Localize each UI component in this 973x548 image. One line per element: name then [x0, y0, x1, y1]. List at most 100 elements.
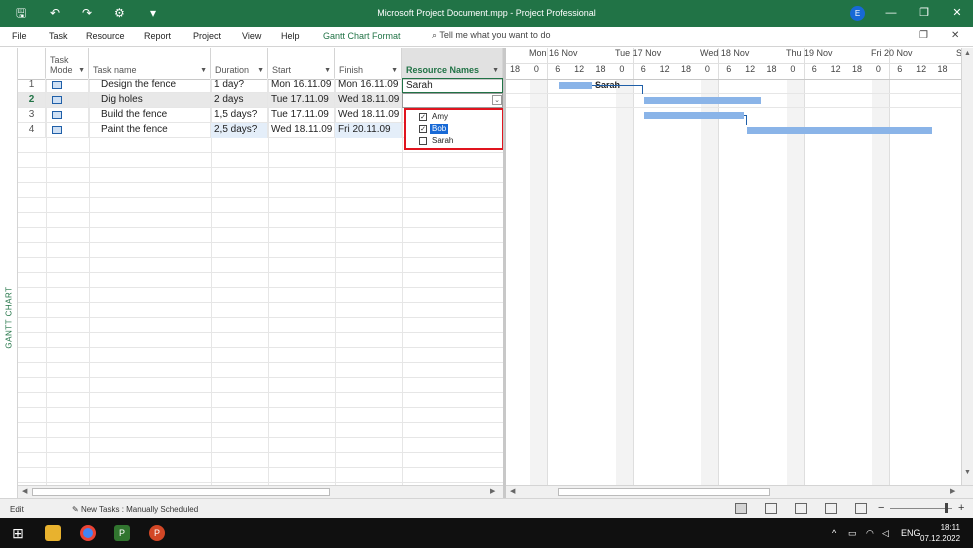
empty-row[interactable]: [18, 423, 503, 438]
empty-row[interactable]: [18, 273, 503, 288]
scroll-thumb[interactable]: [558, 488, 770, 496]
tab-file[interactable]: File: [12, 31, 27, 41]
empty-row[interactable]: [18, 228, 503, 243]
battery-icon[interactable]: ▭: [848, 528, 857, 539]
start-cell[interactable]: Tue 17.11.09: [268, 108, 335, 123]
vertical-scrollbar[interactable]: ▲ ▼: [961, 48, 973, 485]
duration-cell[interactable]: 1 day?: [211, 78, 268, 93]
language-indicator[interactable]: ENG: [901, 528, 921, 538]
empty-row[interactable]: [18, 363, 503, 378]
tab-project[interactable]: Project: [193, 31, 221, 41]
chevron-down-icon[interactable]: ▼: [200, 67, 207, 74]
empty-row[interactable]: [18, 213, 503, 228]
empty-row[interactable]: [18, 318, 503, 333]
finish-cell[interactable]: Wed 18.11.09: [335, 108, 402, 123]
empty-row[interactable]: [18, 288, 503, 303]
new-tasks-mode[interactable]: ✎ New Tasks : Manually Scheduled: [72, 505, 198, 514]
row-id[interactable]: 1: [18, 78, 46, 93]
header-duration[interactable]: Duration ▼: [211, 48, 268, 80]
ribbon-close-icon[interactable]: ✕: [951, 30, 959, 41]
table-row[interactable]: 1 Design the fence 1 day? Mon 16.11.09 M…: [18, 78, 503, 93]
resource-names-editor[interactable]: [402, 93, 503, 108]
team-planner-icon[interactable]: [795, 503, 807, 514]
chrome-icon[interactable]: [80, 525, 96, 541]
table-horizontal-scrollbar[interactable]: ◀ ▶: [18, 485, 503, 498]
zoom-slider[interactable]: [890, 508, 952, 509]
empty-row[interactable]: [18, 153, 503, 168]
resource-names-cell[interactable]: Sarah: [402, 78, 503, 93]
header-resource-names[interactable]: Resource Names ▼: [402, 48, 503, 80]
gantt-bar-design-the-fence[interactable]: [559, 82, 592, 89]
tab-view[interactable]: View: [242, 31, 261, 41]
zoom-slider-thumb[interactable]: [945, 503, 948, 513]
task-usage-icon[interactable]: [765, 503, 777, 514]
finish-cell[interactable]: Fri 20.11.09: [335, 123, 402, 138]
empty-row[interactable]: [18, 258, 503, 273]
gantt-bar-build-the-fence[interactable]: [644, 112, 744, 119]
table-row[interactable]: 2 Dig holes 2 days Tue 17.11.09 Wed 18.1…: [18, 93, 503, 108]
checkbox-checked-icon[interactable]: ✓: [419, 113, 427, 121]
volume-icon[interactable]: ◁: [882, 528, 889, 539]
scroll-left-icon[interactable]: ◀: [22, 487, 27, 495]
header-task-name[interactable]: Task name ▼: [89, 48, 211, 80]
restore-button[interactable]: ❐: [914, 6, 934, 20]
duration-cell[interactable]: 1,5 days?: [211, 108, 268, 123]
empty-row[interactable]: [18, 168, 503, 183]
tell-me-search[interactable]: ⌕ Tell me what you want to do: [432, 30, 550, 41]
empty-row[interactable]: [18, 183, 503, 198]
empty-row[interactable]: [18, 408, 503, 423]
task-name-cell[interactable]: Paint the fence: [89, 123, 211, 138]
empty-row[interactable]: [18, 453, 503, 468]
chevron-down-icon[interactable]: ⌄: [492, 95, 502, 105]
task-mode-cell[interactable]: [46, 93, 89, 108]
clock[interactable]: 18:11 07.12.2022: [920, 522, 960, 544]
empty-row[interactable]: [18, 438, 503, 453]
header-start[interactable]: Start ▼: [268, 48, 335, 80]
wifi-icon[interactable]: ◠: [866, 528, 874, 539]
windows-start-icon[interactable]: ⊞: [10, 525, 26, 541]
tray-chevron-icon[interactable]: ^: [832, 528, 836, 538]
empty-row[interactable]: [18, 243, 503, 258]
chevron-down-icon[interactable]: ▼: [324, 67, 331, 74]
zoom-out-icon[interactable]: −: [878, 502, 884, 514]
gantt-view-icon[interactable]: [735, 503, 747, 514]
finish-cell[interactable]: Wed 18.11.09: [335, 93, 402, 108]
chart-horizontal-scrollbar[interactable]: ◀ ▶: [506, 485, 973, 498]
empty-row[interactable]: [18, 348, 503, 363]
duration-cell[interactable]: 2 days: [211, 93, 268, 108]
project-icon[interactable]: P: [114, 525, 130, 541]
start-cell[interactable]: Wed 18.11.09: [268, 123, 335, 138]
close-button[interactable]: ✕: [947, 6, 967, 20]
finish-cell[interactable]: Mon 16.11.09: [335, 78, 402, 93]
duration-cell[interactable]: 2,5 days?: [211, 123, 268, 138]
scroll-right-icon[interactable]: ▶: [490, 487, 495, 495]
checkbox-checked-icon[interactable]: ✓: [419, 125, 427, 133]
scroll-right-icon[interactable]: ▶: [950, 487, 955, 495]
checkbox-unchecked-icon[interactable]: [419, 137, 427, 145]
select-all-cell[interactable]: [18, 48, 46, 80]
row-id[interactable]: 2: [18, 93, 46, 108]
powerpoint-icon[interactable]: P: [149, 525, 165, 541]
empty-row[interactable]: [18, 333, 503, 348]
zoom-in-icon[interactable]: +: [958, 502, 964, 514]
report-icon[interactable]: [855, 503, 867, 514]
tab-resource[interactable]: Resource: [86, 31, 125, 41]
empty-row[interactable]: [18, 198, 503, 213]
minimize-button[interactable]: —: [881, 6, 901, 20]
tab-task[interactable]: Task: [49, 31, 68, 41]
empty-row[interactable]: [18, 378, 503, 393]
task-mode-cell[interactable]: [46, 78, 89, 93]
scroll-up-icon[interactable]: ▲: [964, 50, 971, 57]
header-finish[interactable]: Finish ▼: [335, 48, 402, 80]
task-name-cell[interactable]: Dig holes: [89, 93, 211, 108]
chevron-down-icon[interactable]: ▼: [492, 67, 499, 74]
file-explorer-icon[interactable]: [45, 525, 61, 541]
task-name-cell[interactable]: Design the fence: [89, 78, 211, 93]
gantt-bar-dig-holes[interactable]: [644, 97, 761, 104]
tab-help[interactable]: Help: [281, 31, 300, 41]
row-id[interactable]: 4: [18, 123, 46, 138]
chevron-down-icon[interactable]: ▼: [257, 67, 264, 74]
header-task-mode[interactable]: Task Mode ▼: [46, 48, 89, 80]
avatar[interactable]: E: [850, 6, 865, 21]
start-cell[interactable]: Tue 17.11.09: [268, 93, 335, 108]
